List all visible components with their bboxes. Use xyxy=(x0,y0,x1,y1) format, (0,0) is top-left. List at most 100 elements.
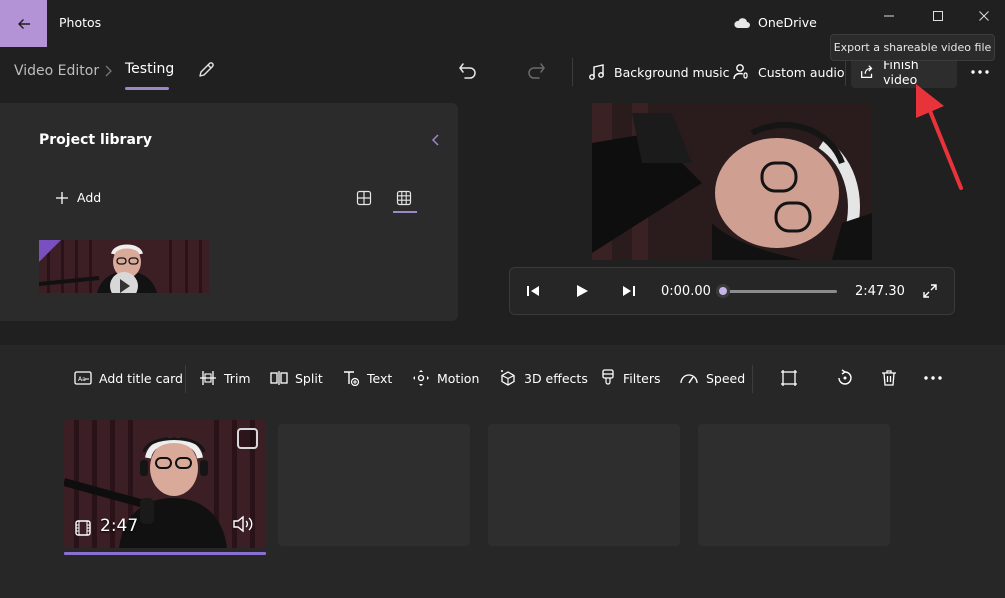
delete-button[interactable] xyxy=(880,368,898,388)
small-grid-view-button[interactable] xyxy=(396,190,412,206)
view-mode-indicator xyxy=(393,211,417,213)
large-grid-view-button[interactable] xyxy=(356,190,372,206)
split-button[interactable]: Split xyxy=(270,368,323,388)
collapse-library-button[interactable] xyxy=(430,132,442,148)
back-button[interactable] xyxy=(0,0,47,47)
music-note-icon xyxy=(589,64,604,80)
skip-forward-icon xyxy=(623,286,635,296)
speed-label: Speed xyxy=(706,370,746,386)
text-icon xyxy=(344,371,360,386)
clip-selected-indicator xyxy=(64,552,266,555)
grid-small-icon xyxy=(396,190,412,206)
app-title: Photos xyxy=(59,15,102,30)
grid-large-icon xyxy=(356,190,372,206)
fullscreen-button[interactable] xyxy=(922,283,938,299)
filters-button[interactable]: Filters xyxy=(600,368,660,388)
plus-icon xyxy=(56,191,68,204)
motion-icon xyxy=(413,370,429,386)
pencil-icon xyxy=(199,62,214,77)
film-icon xyxy=(74,519,92,537)
play-icon xyxy=(577,285,588,297)
undo-button[interactable] xyxy=(457,60,479,82)
redo-icon xyxy=(528,63,545,79)
minimize-button[interactable] xyxy=(878,5,900,27)
header-divider-2 xyxy=(845,58,846,86)
maximize-icon xyxy=(933,11,943,21)
breadcrumb-project-name[interactable]: Testing xyxy=(125,61,174,77)
current-time: 0:00.00 xyxy=(661,284,711,299)
filters-icon xyxy=(602,369,614,385)
chevron-left-icon xyxy=(431,134,439,146)
undo-icon xyxy=(459,63,476,79)
toolbar-divider xyxy=(185,365,186,393)
share-icon xyxy=(861,65,873,78)
motion-button[interactable]: Motion xyxy=(412,368,479,388)
rotate-button[interactable] xyxy=(836,368,854,388)
play-button[interactable] xyxy=(574,283,590,299)
skip-back-button[interactable] xyxy=(525,283,541,299)
add-title-card-button[interactable]: Aa Add title card xyxy=(74,368,183,388)
library-video-thumbnail[interactable] xyxy=(39,240,209,293)
crop-icon xyxy=(781,370,797,386)
fullscreen-icon xyxy=(923,284,937,298)
title-card-icon: Aa xyxy=(74,371,92,385)
minimize-icon xyxy=(884,15,894,17)
skip-forward-button[interactable] xyxy=(621,283,637,299)
breadcrumb-video-editor[interactable]: Video Editor xyxy=(14,63,99,79)
rotate-icon xyxy=(838,369,852,385)
3d-effects-button[interactable]: 3D effects xyxy=(499,368,588,388)
more-icon xyxy=(924,376,942,380)
more-icon xyxy=(971,70,989,74)
total-time: 2:47.30 xyxy=(855,284,905,299)
speed-button[interactable]: Speed xyxy=(679,368,745,388)
trim-icon xyxy=(200,371,216,385)
text-button[interactable]: Text xyxy=(342,368,392,388)
clip-duration: 2:47 xyxy=(100,516,139,536)
close-icon xyxy=(979,11,989,21)
split-icon xyxy=(270,371,288,385)
redo-button[interactable] xyxy=(525,60,547,82)
chevron-right-icon xyxy=(103,64,113,78)
background-music-button[interactable]: Background music xyxy=(580,56,738,88)
3d-effects-label: 3D effects xyxy=(524,370,588,386)
video-preview[interactable] xyxy=(592,103,872,260)
clip-select-checkbox[interactable] xyxy=(237,428,258,449)
storyboard-empty-slot xyxy=(488,424,680,546)
back-arrow-icon xyxy=(17,18,30,29)
background-music-label: Background music xyxy=(614,64,730,80)
effects-3d-icon xyxy=(501,370,515,386)
project-library-title: Project library xyxy=(39,132,152,148)
trim-button[interactable]: Trim xyxy=(199,368,251,388)
add-media-label: Add xyxy=(77,190,102,205)
red-pointer-arrow-icon xyxy=(900,80,970,192)
maximize-button[interactable] xyxy=(927,5,949,27)
motion-label: Motion xyxy=(437,370,480,386)
onedrive-status[interactable]: OneDrive xyxy=(733,15,817,30)
more-tools-button[interactable] xyxy=(922,368,944,388)
more-options-button[interactable] xyxy=(969,62,991,82)
microphone-person-icon xyxy=(733,64,748,80)
add-media-button[interactable]: Add xyxy=(55,190,101,205)
storyboard-empty-slot xyxy=(698,424,890,546)
trim-label: Trim xyxy=(224,370,251,386)
seek-bar[interactable] xyxy=(723,290,837,293)
trash-icon xyxy=(882,370,896,386)
toolbar-divider-2 xyxy=(752,365,753,393)
crop-button[interactable] xyxy=(780,368,798,388)
header-divider xyxy=(572,58,573,86)
svg-text:Aa: Aa xyxy=(78,376,86,383)
close-window-button[interactable] xyxy=(973,5,995,27)
rename-project-button[interactable] xyxy=(196,60,216,80)
project-tab-indicator xyxy=(125,87,169,90)
text-label: Text xyxy=(367,370,393,386)
add-title-card-label: Add title card xyxy=(99,370,183,386)
storyboard-empty-slot xyxy=(278,424,470,546)
clip-volume-button[interactable] xyxy=(232,515,254,533)
speed-icon xyxy=(680,374,698,384)
seek-handle[interactable] xyxy=(716,284,730,298)
filters-label: Filters xyxy=(623,370,661,386)
finish-video-tooltip: Export a shareable video file xyxy=(830,34,995,61)
skip-back-icon xyxy=(527,286,539,296)
cloud-icon xyxy=(734,17,750,28)
volume-icon xyxy=(233,515,253,533)
